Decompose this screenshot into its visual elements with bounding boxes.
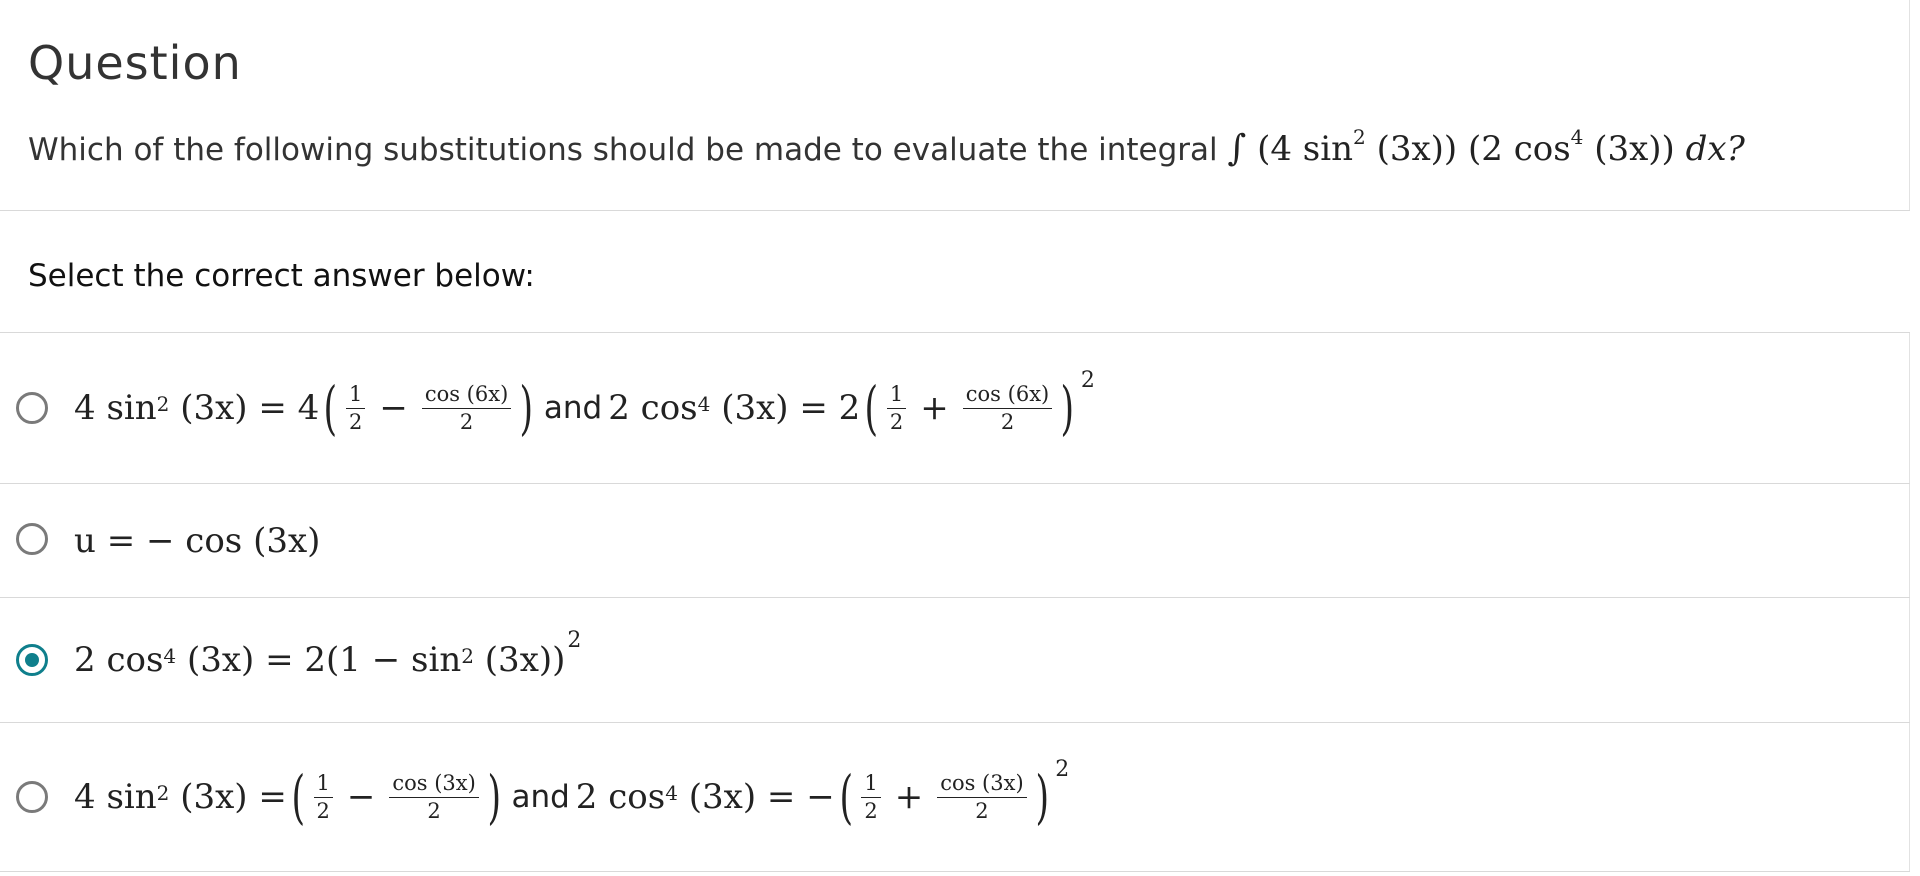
- integral-dx: dx?: [1685, 129, 1745, 169]
- option-2-expression: u = − cos (3x): [74, 484, 320, 597]
- integral-factor1-exp: 2: [1353, 124, 1366, 149]
- opt3-mid-exp: 2: [461, 644, 474, 668]
- fraction: cos (3x) 2: [937, 772, 1027, 823]
- right-paren: ): [1060, 374, 1075, 442]
- opt4-op1: −: [346, 777, 376, 817]
- opt1-lhs2: 2 cos: [608, 388, 698, 428]
- opt4-op2: +: [894, 777, 924, 817]
- opt1-outer-exp: 2: [1080, 367, 1095, 393]
- opt1-lhs2-exp: 4: [697, 392, 711, 416]
- answer-option-4[interactable]: 4 sin 2 (3x) = ( 12 − cos (3x) 2 ) and 2 c…: [0, 723, 1910, 871]
- question-page: Question Which of the following substitu…: [0, 0, 1920, 876]
- question-prompt: Which of the following substitutions sho…: [28, 125, 1745, 169]
- question-header: Question Which of the following substitu…: [0, 0, 1910, 210]
- opt3-outer-exp: 2: [567, 627, 582, 653]
- right-paren: ): [519, 374, 534, 442]
- fraction-denominator: 2: [889, 409, 904, 434]
- fraction: cos (6x) 2: [962, 383, 1053, 434]
- header-divider: [0, 210, 1910, 211]
- right-paren: ): [487, 763, 501, 831]
- fraction-denominator: 2: [864, 798, 878, 823]
- answer-option-2[interactable]: u = − cos (3x): [0, 484, 1910, 597]
- fraction: 12: [313, 772, 333, 823]
- integral-factor2-arg: (3x)): [1594, 129, 1675, 169]
- option-3-expression: 2 cos 4 (3x) = 2(1 − sin 2 (3x)) 2: [74, 598, 581, 722]
- radio-button-3[interactable]: [16, 644, 48, 676]
- fraction-numerator: cos (3x): [937, 772, 1027, 798]
- integral-factor2-exp: 4: [1570, 124, 1584, 149]
- fraction-numerator: 1: [861, 772, 881, 798]
- opt4-outer-exp: 2: [1055, 756, 1070, 782]
- fraction-denominator: 2: [316, 798, 330, 823]
- opt4-and: and: [511, 779, 570, 815]
- right-paren: ): [1035, 763, 1049, 831]
- opt1-lhs1: 4 sin: [74, 388, 157, 428]
- prompt-text: Which of the following substitutions sho…: [28, 132, 1218, 168]
- fraction: 12: [886, 383, 907, 434]
- fraction: 12: [345, 383, 366, 434]
- opt1-op2: +: [920, 388, 949, 428]
- left-paren: (: [291, 763, 305, 831]
- left-paren: (: [839, 763, 853, 831]
- radio-button-4[interactable]: [16, 781, 48, 813]
- opt4-lhs2-arg: (3x) = −: [688, 777, 835, 817]
- opt4-lhs2: 2 cos: [575, 777, 666, 817]
- fraction-numerator: 1: [886, 383, 907, 409]
- integral-factor1-arg: (3x)): [1376, 129, 1458, 169]
- question-title: Question: [28, 36, 242, 90]
- opt3-lhs-exp: 4: [163, 644, 177, 668]
- opt3-tail: (3x)): [484, 640, 566, 680]
- fraction-denominator: 2: [348, 409, 363, 434]
- answer-option-1[interactable]: 4 sin 2 (3x) = 4 ( 12 − cos (6x) 2 ) and 2…: [0, 333, 1910, 483]
- fraction-denominator: 2: [975, 798, 989, 823]
- opt4-lhs1: 4 sin: [74, 777, 157, 817]
- left-paren: (: [323, 374, 338, 442]
- radio-button-1[interactable]: [16, 392, 48, 424]
- opt4-lhs2-exp: 4: [665, 781, 678, 805]
- fraction-denominator: 2: [427, 798, 441, 823]
- fraction: cos (6x) 2: [421, 383, 512, 434]
- fraction-numerator: 1: [345, 383, 366, 409]
- fraction-numerator: cos (3x): [389, 772, 479, 798]
- left-paren: (: [864, 374, 879, 442]
- integral-symbol: ∫: [1227, 128, 1247, 169]
- opt2-text: u = − cos (3x): [74, 520, 321, 561]
- option-divider: [0, 871, 1910, 872]
- fraction-numerator: cos (6x): [421, 383, 512, 409]
- fraction-numerator: 1: [313, 772, 333, 798]
- opt3-lhs: 2 cos: [74, 640, 164, 680]
- option-1-expression: 4 sin 2 (3x) = 4 ( 12 − cos (6x) 2 ) and 2…: [74, 333, 1095, 483]
- opt4-lhs1-exp: 2: [156, 781, 170, 805]
- answer-instruction: Select the correct answer below:: [28, 258, 535, 294]
- opt1-op1: −: [379, 388, 408, 428]
- opt3-mid: (3x) = 2(1 − sin: [186, 640, 462, 680]
- radio-button-2[interactable]: [16, 523, 48, 555]
- opt1-lhs1-exp: 2: [156, 392, 170, 416]
- opt1-lhs1-arg: (3x) = 4: [180, 388, 320, 428]
- option-4-expression: 4 sin 2 (3x) = ( 12 − cos (3x) 2 ) and 2 c…: [74, 723, 1069, 871]
- fraction-denominator: 2: [459, 409, 474, 434]
- fraction: 12: [861, 772, 881, 823]
- answer-option-3[interactable]: 2 cos 4 (3x) = 2(1 − sin 2 (3x)) 2: [0, 598, 1910, 722]
- integral-factor1: (4 sin: [1257, 129, 1354, 169]
- integral-expression: ∫ (4 sin2 (3x)) (2 cos4 (3x)) dx?: [1227, 125, 1745, 169]
- integral-factor2: (2 cos: [1468, 129, 1571, 169]
- fraction-denominator: 2: [1000, 409, 1015, 434]
- fraction-numerator: cos (6x): [962, 383, 1053, 409]
- fraction: cos (3x) 2: [389, 772, 479, 823]
- opt1-and: and: [543, 390, 603, 426]
- opt4-lhs1-arg: (3x) =: [180, 777, 287, 817]
- opt1-lhs2-arg: (3x) = 2: [721, 388, 861, 428]
